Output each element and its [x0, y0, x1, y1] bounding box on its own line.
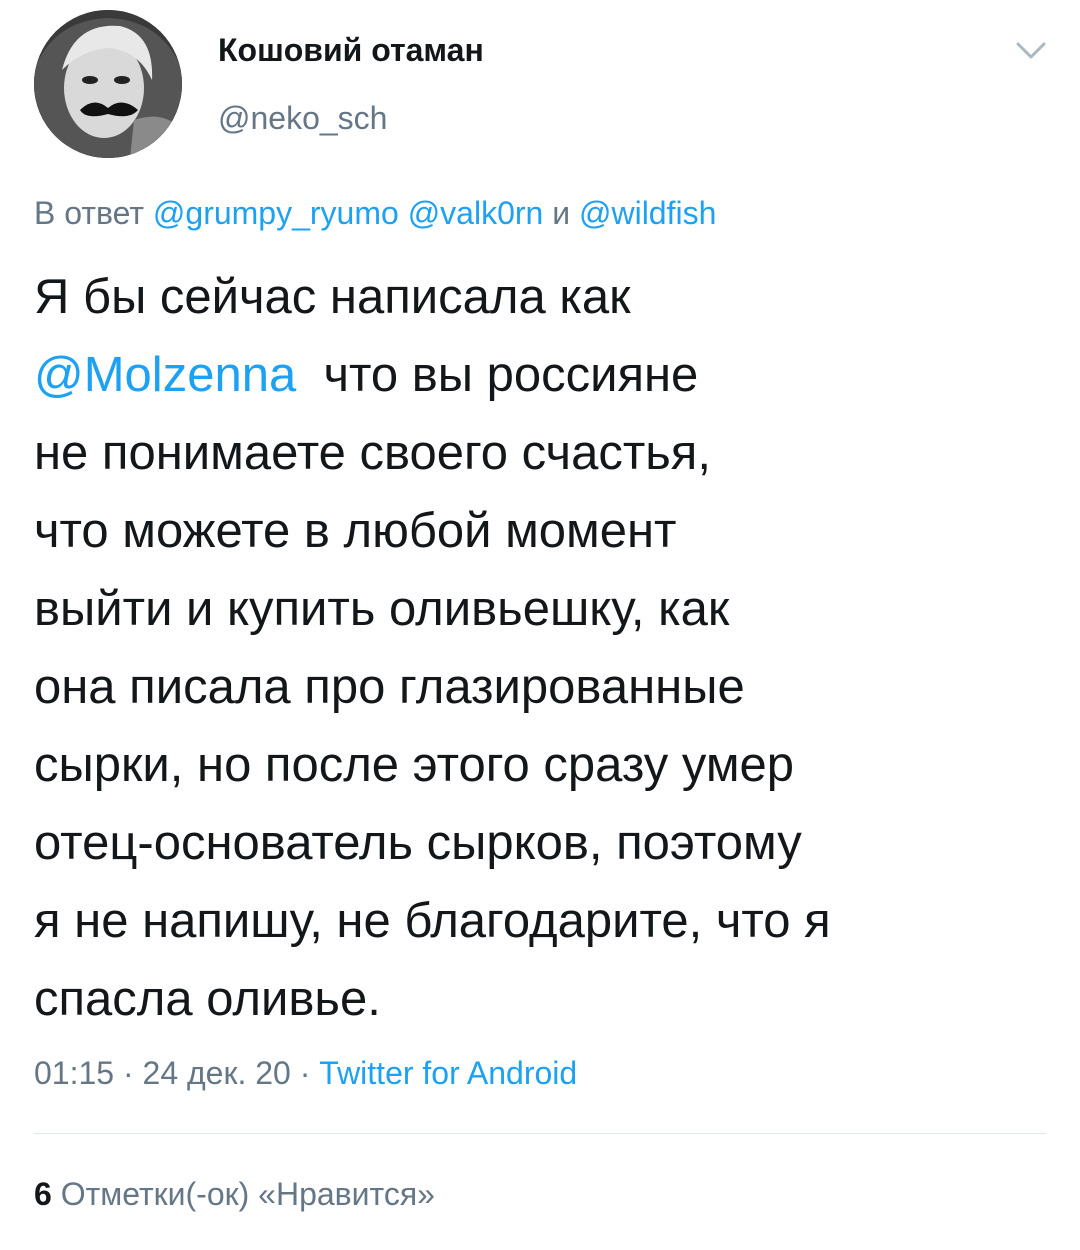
tweet-text-line: сырки, но после этого сразу умер — [34, 738, 795, 792]
tweet-text-line: что можете в любой момент — [34, 504, 677, 558]
reply-prefix: В ответ — [34, 195, 145, 231]
tweet-date[interactable]: 24 дек. 20 — [143, 1055, 291, 1091]
tweet-text-line: не понимаете своего счастья, — [34, 426, 711, 480]
meta-separator: · — [299, 1055, 311, 1091]
meta-separator: · — [122, 1055, 134, 1091]
tweet-text-line: отец-основатель сырков, поэтому — [34, 816, 802, 870]
user-avatar[interactable] — [34, 10, 182, 158]
mention-link[interactable]: @Molzenna — [34, 348, 296, 402]
likes-count: 6 — [34, 1176, 52, 1212]
display-name[interactable]: Кошовий отаман — [218, 32, 484, 69]
tweet-source-link[interactable]: Twitter for Android — [319, 1055, 577, 1091]
tweet-meta: 01:15 · 24 дек. 20 · Twitter for Android — [34, 1055, 577, 1092]
tweet-text-line: я не напишу, не благодарите, что я — [34, 894, 831, 948]
tweet-detail: Кошовий отаман @neko_sch В ответ @grumpy… — [0, 0, 1080, 1250]
mention-link[interactable]: @wildfish — [579, 195, 716, 231]
chevron-down-icon[interactable] — [1014, 38, 1048, 64]
tweet-text-line: спасла оливье. — [34, 972, 381, 1026]
tweet-text-line: она писала про глазированные — [34, 660, 745, 714]
divider — [34, 1133, 1046, 1134]
user-avatar-photo — [34, 10, 182, 158]
likes-stat[interactable]: 6 Отметки(-ок) «Нравится» — [34, 1176, 435, 1213]
tweet-time[interactable]: 01:15 — [34, 1055, 114, 1091]
likes-label: Отметки(-ок) «Нравится» — [60, 1176, 435, 1212]
mention-link[interactable]: @grumpy_ryumo — [153, 195, 399, 231]
mention-link[interactable]: @valk0rn — [408, 195, 544, 231]
tweet-text-line: @Molzenna что вы россияне — [34, 336, 1044, 414]
reply-context: В ответ @grumpy_ryumo @valk0rn и @wildfi… — [34, 195, 716, 232]
tweet-text-fragment: что вы россияне — [323, 348, 699, 402]
tweet-text: Я бы сейчас написала как @Molzenna что в… — [34, 258, 1044, 1038]
user-handle[interactable]: @neko_sch — [218, 100, 387, 137]
tweet-text-line: Я бы сейчас написала как — [34, 270, 631, 324]
reply-conjunction: и — [552, 195, 571, 231]
tweet-text-line: выйти и купить оливьешку, как — [34, 582, 730, 636]
